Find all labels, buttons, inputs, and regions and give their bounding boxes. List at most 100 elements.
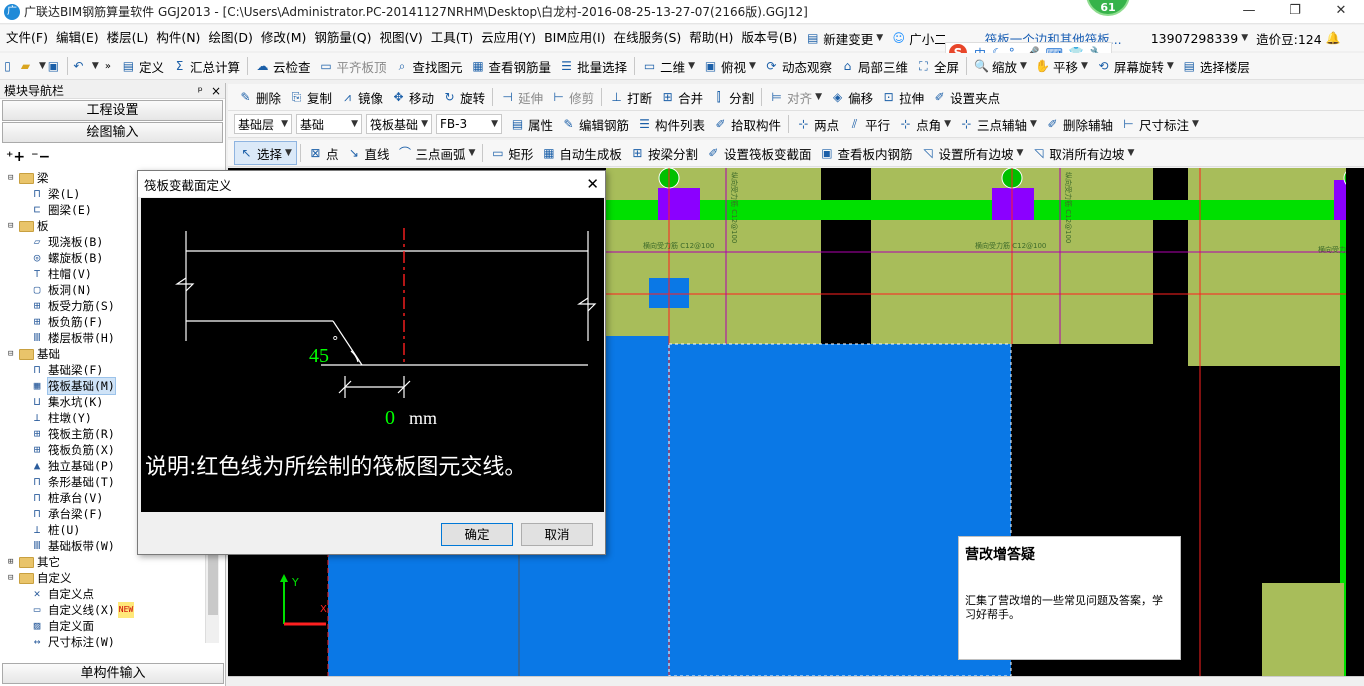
expand-all-icon[interactable]: ⁺+ <box>6 149 25 165</box>
tree-item[interactable]: ⊓ 梁(L) <box>30 186 81 202</box>
tree-item[interactable]: ⊞ 板负筋(F) <box>30 314 104 330</box>
toolbar-layer-btn-4[interactable]: ⊹ 两点 <box>792 112 843 136</box>
menu-item-4[interactable]: 绘图(D) <box>204 25 256 51</box>
expand-toggle-icon[interactable]: ⊟ <box>8 570 19 586</box>
tree-item[interactable]: ▲ 独立基础(P) <box>30 458 115 474</box>
menu-item-10[interactable]: BIM应用(I) <box>540 25 610 51</box>
save-icon[interactable]: ▣ <box>46 59 61 74</box>
tree-folder[interactable]: ⊟ 基础 <box>8 346 60 362</box>
tree-item[interactable]: Ⅲ 基础板带(W) <box>30 538 115 554</box>
tree-item[interactable]: ▦ 筏板基础(M) <box>30 377 116 395</box>
menu-item-1[interactable]: 编辑(E) <box>52 25 103 51</box>
toolbar-edit-btn-10[interactable]: ⊨ 对齐 ▼ <box>765 85 826 109</box>
raft-section-dialog[interactable]: 筏板变截面定义 ✕ 45 ° 0 mm 说明:红色线为所绘制的筏板图元交线。 确… <box>137 170 606 555</box>
tree-item[interactable]: Ⅲ 楼层板带(H) <box>30 330 115 346</box>
menu-item-8[interactable]: 工具(T) <box>427 25 477 51</box>
tree-item[interactable]: ⊓ 基础梁(F) <box>30 362 104 378</box>
toolbar-main-btn-13[interactable]: ✋ 平移 ▼ <box>1031 54 1092 78</box>
toolbar-edit-btn-9[interactable]: ⫿ 分割 <box>707 85 758 109</box>
tree-item[interactable]: ⊔ 集水坑(K) <box>30 394 104 410</box>
toolbar-draw-btn-3[interactable]: ⌒ 三点画弧 ▼ <box>393 141 479 165</box>
toolbar-edit-btn-2[interactable]: ⩘ 镜像 <box>336 85 387 109</box>
expand-toggle-icon[interactable]: ⊟ <box>8 218 19 234</box>
toolbar-draw-btn-2[interactable]: ↘ 直线 <box>342 141 393 165</box>
toolbar-edit-btn-7[interactable]: ⊥ 打断 <box>605 85 656 109</box>
single-component-input-button[interactable]: 单构件输入 <box>2 663 224 684</box>
tree-folder[interactable]: ⊟ 板 <box>8 218 49 234</box>
tree-item[interactable]: ⊥ 柱墩(Y) <box>30 410 92 426</box>
tree-item[interactable]: ✕ 自定义点 <box>30 586 94 602</box>
tree-item[interactable]: ⊏ 圈梁(E) <box>30 202 92 218</box>
new-change-menu[interactable]: ▤ 新建变更 ▼ <box>801 26 887 50</box>
category-select[interactable]: 基础 ▼ <box>296 114 362 134</box>
toolbar-edit-btn-4[interactable]: ↻ 旋转 <box>438 85 489 109</box>
toolbar-layer-btn-9[interactable]: ⊢ 尺寸标注 ▼ <box>1117 112 1203 136</box>
toolbar-edit-btn-6[interactable]: ⊢ 修剪 <box>547 85 598 109</box>
toolbar-draw-btn-0[interactable]: ↖ 选择 ▼ <box>234 141 297 165</box>
cancel-button[interactable]: 取消 <box>521 523 593 546</box>
toolbar-main-btn-10[interactable]: ⌂ 局部三维 <box>836 54 912 78</box>
assistant-menu[interactable]: ☺ 广小二 <box>887 26 951 50</box>
menu-item-13[interactable]: 版本号(B) <box>737 25 801 51</box>
tree-item[interactable]: ⊓ 承台梁(F) <box>30 506 104 522</box>
type-select[interactable]: 筏板基础 ▼ <box>366 114 432 134</box>
expand-toggle-icon[interactable]: ⊟ <box>8 170 19 186</box>
toolbar-main-btn-5[interactable]: ▦ 查看钢筋量 <box>467 54 556 78</box>
toolbar-main-btn-15[interactable]: ▤ 选择楼层 <box>1178 54 1254 78</box>
close-window-button[interactable]: ✕ <box>1318 0 1364 24</box>
toolbar-main-btn-0[interactable]: ▤ 定义 <box>117 54 168 78</box>
toolbar-draw-btn-9[interactable]: ◹ 设置所有边坡 ▼ <box>916 141 1027 165</box>
toolbar-layer-btn-3[interactable]: ✐ 拾取构件 <box>709 112 785 136</box>
menu-item-2[interactable]: 楼层(L) <box>103 25 153 51</box>
toolbar-layer-btn-5[interactable]: ⫽ 平行 <box>843 112 894 136</box>
floor-select[interactable]: 基础层 ▼ <box>234 114 292 134</box>
tree-item[interactable]: ▱ 现浇板(B) <box>30 234 104 250</box>
toolbar-draw-btn-8[interactable]: ▣ 查看板内钢筋 <box>815 141 916 165</box>
toolbar-draw-btn-1[interactable]: ⊠ 点 <box>304 141 343 165</box>
ok-button[interactable]: 确定 <box>441 523 513 546</box>
toolbar-edit-btn-5[interactable]: ⊣ 延伸 <box>496 85 547 109</box>
toolbar-draw-btn-7[interactable]: ✐ 设置筏板变截面 <box>702 141 816 165</box>
toolbar-layer-btn-7[interactable]: ⊹ 三点辅轴 ▼ <box>955 112 1041 136</box>
menu-item-5[interactable]: 修改(M) <box>257 25 311 51</box>
toolbar-main-btn-1[interactable]: Σ 汇总计算 <box>168 54 244 78</box>
toolbar-edit-btn-1[interactable]: ⎘ 复制 <box>285 85 336 109</box>
toolbar-main-btn-2[interactable]: ☁ 云检查 <box>251 54 315 78</box>
tree-folder[interactable]: ⊞ 其它 <box>8 554 60 570</box>
tree-item[interactable]: ⊓ 条形基础(T) <box>30 474 115 490</box>
user-phone[interactable]: 13907298339 ▼ <box>1147 26 1252 50</box>
tree-item[interactable]: ▭ 自定义线(X) NEW <box>30 602 135 618</box>
toolbar-edit-btn-13[interactable]: ✐ 设置夹点 <box>928 85 1004 109</box>
toolbar-layer-btn-2[interactable]: ☰ 构件列表 <box>633 112 709 136</box>
tree-item[interactable]: ◎ 螺旋板(B) <box>30 250 104 266</box>
close-panel-icon[interactable]: × <box>211 84 221 98</box>
toolbar-layer-btn-8[interactable]: ✐ 删除辅轴 <box>1041 112 1117 136</box>
menu-item-0[interactable]: 文件(F) <box>2 25 52 51</box>
tree-folder[interactable]: ⊟ 梁 <box>8 170 49 186</box>
tree-item[interactable]: ⊞ 板受力筋(S) <box>30 298 115 314</box>
toolbar-draw-btn-5[interactable]: ▦ 自动生成板 <box>537 141 626 165</box>
toolbar-main-btn-8[interactable]: ▣ 俯视 ▼ <box>699 54 760 78</box>
tree-item[interactable]: ⊞ 筏板主筋(R) <box>30 426 115 442</box>
menu-item-12[interactable]: 帮助(H) <box>685 25 737 51</box>
vat-faq-popup[interactable]: 营改增答疑 汇集了营改增的一些常见问题及答案，学习好帮手。 <box>958 536 1181 660</box>
toolbar-layer-btn-1[interactable]: ✎ 编辑钢筋 <box>557 112 633 136</box>
menu-item-6[interactable]: 钢筋量(Q) <box>310 25 375 51</box>
toolbar-edit-btn-12[interactable]: ⊡ 拉伸 <box>877 85 928 109</box>
pin-icon[interactable]: ᵖ <box>198 84 203 98</box>
toolbar-main-btn-12[interactable]: 🔍 缩放 ▼ <box>970 54 1031 78</box>
minimize-button[interactable]: — <box>1226 0 1272 24</box>
toolbar-main-btn-9[interactable]: ⟳ 动态观察 <box>760 54 836 78</box>
bell-icon[interactable]: 🔔 <box>1326 31 1341 46</box>
collapse-all-icon[interactable]: ⁻− <box>31 149 50 165</box>
toolbar-edit-btn-3[interactable]: ✥ 移动 <box>387 85 438 109</box>
tree-item[interactable]: ▢ 板洞(N) <box>30 282 92 298</box>
expand-toggle-icon[interactable]: ⊞ <box>8 554 19 570</box>
tree-item[interactable]: ⊞ 筏板负筋(X) <box>30 442 115 458</box>
toolbar-draw-btn-4[interactable]: ▭ 矩形 <box>486 141 537 165</box>
tree-folder[interactable]: ⊟ 自定义 <box>8 570 72 586</box>
tree-item[interactable]: ⊤ 柱帽(V) <box>30 266 92 282</box>
toolbar-draw-btn-6[interactable]: ⊞ 按梁分割 <box>626 141 702 165</box>
toolbar-main-btn-11[interactable]: ⛶ 全屏 <box>912 54 963 78</box>
tree-item[interactable]: ⊥ 桩(U) <box>30 522 81 538</box>
